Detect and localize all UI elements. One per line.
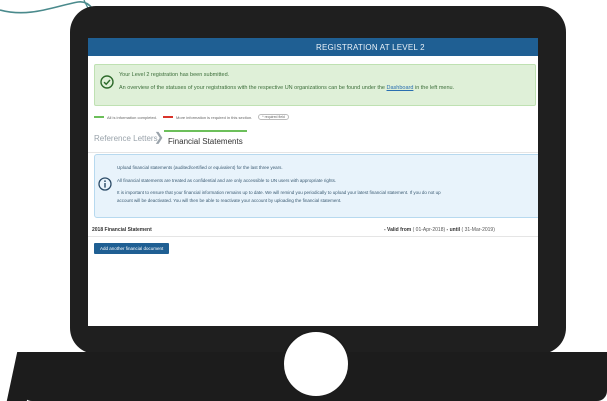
chevron-right-icon: ❯ xyxy=(154,130,165,144)
page-header: REGISTRATION AT LEVEL 2 xyxy=(88,38,538,56)
info-line-2: All financial statements are treated as … xyxy=(117,178,337,183)
section-tabs: Reference Letters ❯ Financial Statements xyxy=(88,130,538,153)
success-alert: Your Level 2 registration has been submi… xyxy=(94,64,536,106)
tab-reference-letters[interactable]: Reference Letters xyxy=(94,134,158,143)
info-alert: Upload financial statements (audited/cer… xyxy=(94,154,538,218)
financial-statement-row[interactable]: 2018 Financial Statement - Valid from ( … xyxy=(88,224,538,237)
required-indicator xyxy=(163,116,174,118)
page-title: REGISTRATION AT LEVEL 2 xyxy=(316,42,425,52)
laptop-screen: REGISTRATION AT LEVEL 2 Your Level 2 reg… xyxy=(88,38,538,326)
info-circle-icon xyxy=(98,177,112,191)
statement-title: 2018 Financial Statement xyxy=(92,227,152,233)
info-line-1: Upload financial statements (audited/cer… xyxy=(117,165,283,170)
success-message: Your Level 2 registration has been submi… xyxy=(119,72,230,78)
statement-validity: - Valid from ( 01-Apr-2018) - until ( 31… xyxy=(384,227,495,233)
check-circle-icon xyxy=(100,75,114,89)
tab-financial-statements[interactable]: Financial Statements xyxy=(164,130,247,152)
required-field-badge: * required field xyxy=(258,114,289,120)
completed-indicator xyxy=(94,116,104,118)
info-line-3: It is important to ensure that your fina… xyxy=(117,190,441,195)
info-line-4: account will be deactivated. You will th… xyxy=(117,198,342,203)
laptop-camera-notch xyxy=(282,330,350,398)
add-financial-document-button[interactable]: Add another financial document xyxy=(94,243,170,254)
dashboard-link[interactable]: Dashboard xyxy=(387,85,414,91)
legend-completed: All is information completed. xyxy=(94,115,157,120)
legend-required: More information is required in this sec… xyxy=(163,115,252,120)
section-legend: All is information completed. More infor… xyxy=(94,112,289,122)
success-detail: An overview of the statuses of your regi… xyxy=(119,85,455,91)
